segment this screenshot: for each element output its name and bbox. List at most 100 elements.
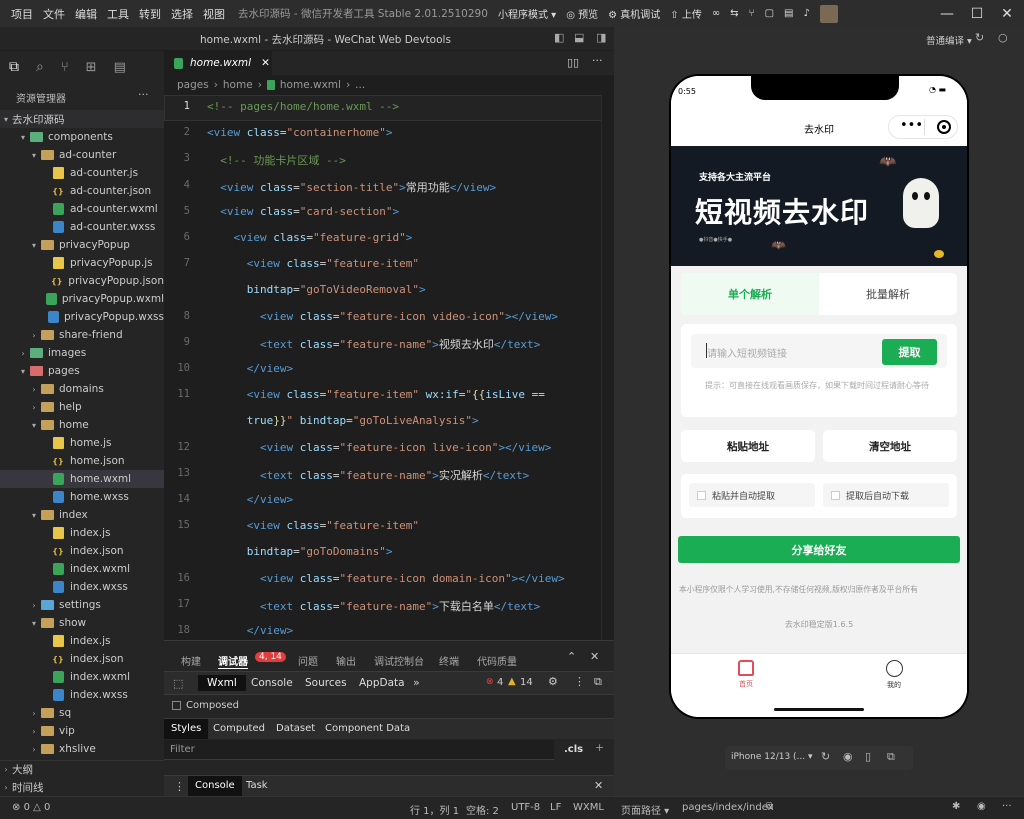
filter-input[interactable]: Filter bbox=[164, 740, 554, 760]
add-rule-icon[interactable]: + bbox=[595, 741, 604, 754]
tab-component-data[interactable]: Component Data bbox=[325, 723, 410, 734]
clear-button[interactable]: 清空地址 bbox=[823, 430, 957, 462]
page-path-select[interactable]: 页面路径 ▾ bbox=[621, 802, 669, 817]
tab-debugger[interactable]: 调试器 bbox=[218, 653, 248, 669]
code-line[interactable]: <view class="feature-icon domain-icon"><… bbox=[207, 572, 565, 585]
nav-home[interactable]: 首页 bbox=[721, 660, 771, 689]
breadcrumb-more[interactable]: ... bbox=[355, 79, 365, 91]
tab-wxml[interactable]: Wxml bbox=[198, 675, 246, 691]
banner[interactable]: 支持各大主流平台 短视频去水印 ●抖音●快手● 🦇 🦇 bbox=[671, 146, 967, 266]
tab-task[interactable]: Task bbox=[246, 780, 268, 791]
menu-item[interactable]: 转到 bbox=[134, 6, 166, 22]
share-button[interactable]: 分享给好友 bbox=[678, 536, 960, 563]
inspect-icon[interactable]: ⬚ bbox=[173, 677, 183, 690]
paste-button[interactable]: 粘贴地址 bbox=[681, 430, 815, 462]
code-editor[interactable]: 1 <!-- pages/home/home.wxml --> 2 <view cla… bbox=[164, 95, 614, 640]
code-line[interactable]: <text class="feature-name">下载白名单</text> bbox=[207, 598, 540, 614]
search-icon[interactable]: ⌕ bbox=[36, 59, 44, 75]
tree-item[interactable]: ▾ pages bbox=[0, 362, 164, 380]
indentation[interactable]: 空格: 2 bbox=[466, 802, 499, 817]
code-line[interactable]: </view> bbox=[207, 624, 293, 637]
tree-item[interactable]: index.wxss bbox=[0, 578, 164, 596]
tree-item[interactable]: › images bbox=[0, 344, 164, 362]
tree-item[interactable]: › domains bbox=[0, 380, 164, 398]
tree-item[interactable]: {} home.json bbox=[0, 452, 164, 470]
undock-icon[interactable]: ⧉ bbox=[594, 675, 602, 689]
layout-left-icon[interactable]: ◧ bbox=[554, 31, 564, 44]
outline-section[interactable]: › 大纲 bbox=[0, 760, 164, 778]
record-icon[interactable]: ◉ bbox=[843, 750, 853, 763]
tree-item[interactable]: ▾ privacyPopup bbox=[0, 236, 164, 254]
code-line[interactable]: </view> bbox=[207, 493, 293, 506]
tab-build[interactable]: 构建 bbox=[181, 653, 201, 668]
code-line[interactable]: <text class="feature-name">视频去水印</text> bbox=[207, 336, 540, 352]
tree-item[interactable]: index.wxss bbox=[0, 686, 164, 704]
collapse-icon[interactable]: ⌃ bbox=[567, 650, 576, 663]
drawer-menu-icon[interactable]: ⋮ bbox=[174, 780, 185, 793]
tree-item[interactable]: {} ad-counter.json bbox=[0, 182, 164, 200]
more-dots-icon[interactable]: ••• bbox=[900, 119, 923, 133]
avatar[interactable] bbox=[819, 4, 838, 23]
code-line[interactable]: </view> bbox=[207, 362, 293, 375]
close-panel-icon[interactable]: ✕ bbox=[590, 650, 599, 663]
tree-item[interactable]: privacyPopup.js bbox=[0, 254, 164, 272]
tab-appdata[interactable]: AppData bbox=[359, 677, 405, 689]
tree-item[interactable]: › xhslive bbox=[0, 740, 164, 758]
menu-item[interactable]: 文件 bbox=[38, 6, 70, 22]
code-line[interactable]: <view class="feature-grid"> bbox=[207, 231, 413, 244]
rotate-icon[interactable]: ↻ bbox=[821, 750, 830, 763]
breadcrumb-file[interactable]: home.wxml bbox=[280, 79, 341, 91]
debug-button[interactable]: ⚙ 真机调试 bbox=[608, 6, 660, 21]
close-drawer-icon[interactable]: ✕ bbox=[594, 779, 603, 792]
code-line[interactable]: <view class="section-title">常用功能</view> bbox=[207, 179, 496, 195]
close-miniprogram-icon[interactable] bbox=[937, 120, 951, 134]
tree-item[interactable]: index.js bbox=[0, 632, 164, 650]
line-ending[interactable]: LF bbox=[550, 802, 561, 813]
tree-item[interactable]: › help bbox=[0, 398, 164, 416]
code-line[interactable]: <view class="feature-icon video-icon"></… bbox=[207, 310, 558, 323]
swap-icon[interactable]: ⇆ bbox=[730, 8, 738, 19]
tree-item[interactable]: › share-friend bbox=[0, 326, 164, 344]
tree-item[interactable]: {} privacyPopup.json bbox=[0, 272, 164, 290]
language-mode[interactable]: WXML bbox=[573, 802, 604, 813]
project-root[interactable]: ▾ 去水印源码 bbox=[0, 110, 164, 128]
code-line[interactable]: <text class="feature-name">实况解析</text> bbox=[207, 467, 529, 483]
tree-item[interactable]: home.wxss bbox=[0, 488, 164, 506]
tree-item[interactable]: › settings bbox=[0, 596, 164, 614]
bell-icon[interactable]: ♪ bbox=[803, 8, 809, 19]
tree-item[interactable]: ▾ index bbox=[0, 506, 164, 524]
window-icon[interactable]: ▢ bbox=[765, 8, 774, 19]
auto-download-checkbox[interactable] bbox=[831, 490, 840, 500]
tab-terminal[interactable]: 终端 bbox=[439, 653, 459, 668]
tab-console[interactable]: Console bbox=[251, 677, 293, 689]
breadcrumb-pages[interactable]: pages bbox=[177, 79, 209, 91]
auto-download-option[interactable]: 提取后自动下载 bbox=[823, 483, 949, 507]
tab-code-quality[interactable]: 代码质量 bbox=[477, 653, 517, 668]
bug-icon[interactable]: ✱ bbox=[952, 801, 960, 812]
tab-home-wxml[interactable]: home.wxml ✕ bbox=[164, 51, 272, 75]
tree-item[interactable]: privacyPopup.wxml bbox=[0, 290, 164, 308]
tab-batch-parse[interactable]: 批量解析 bbox=[819, 273, 957, 315]
auto-extract-option[interactable]: 粘贴并自动提取 bbox=[689, 483, 815, 507]
tree-item[interactable]: home.wxml bbox=[0, 470, 164, 488]
tab-debug-console[interactable]: 调试控制台 bbox=[374, 653, 424, 668]
refresh-icon[interactable]: ↻ bbox=[975, 31, 984, 44]
code-line[interactable]: bindtap="goToVideoRemoval"> bbox=[207, 283, 426, 296]
extract-button[interactable]: 提取 bbox=[882, 339, 937, 365]
device-select[interactable]: iPhone 12/13 (... ▾ bbox=[731, 752, 813, 762]
editor-scrollbar[interactable] bbox=[601, 95, 613, 640]
timeline-section[interactable]: › 时间线 bbox=[0, 778, 164, 796]
tree-item[interactable]: ad-counter.wxss bbox=[0, 218, 164, 236]
upload-button[interactable]: ⇧ 上传 bbox=[670, 6, 702, 21]
tab-problems[interactable]: 问题 bbox=[298, 653, 318, 668]
tab-dataset[interactable]: Dataset bbox=[276, 723, 315, 734]
composed-checkbox[interactable] bbox=[172, 701, 181, 710]
code-line[interactable]: true}}" bindtap="goToLiveAnalysis"> bbox=[207, 414, 479, 427]
tree-item[interactable]: › vip bbox=[0, 722, 164, 740]
compile-mode[interactable]: 普通编译 ▾ bbox=[926, 33, 972, 47]
tree-item[interactable]: ad-counter.wxml bbox=[0, 200, 164, 218]
tree-item[interactable]: › sq bbox=[0, 704, 164, 722]
warning-count[interactable]: 14 bbox=[520, 677, 533, 688]
auto-extract-checkbox[interactable] bbox=[697, 490, 706, 500]
code-line[interactable]: <view class="feature-item" bbox=[207, 257, 419, 270]
